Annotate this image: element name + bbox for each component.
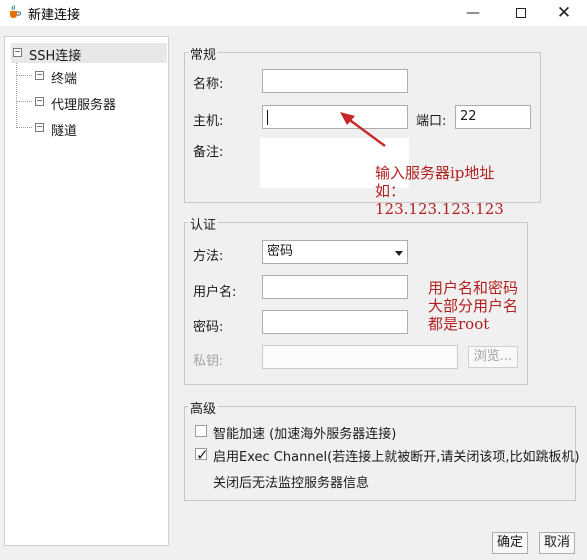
host-label: 主机: xyxy=(193,114,224,129)
minimize-button[interactable]: — xyxy=(450,0,496,26)
exec-channel-note: 关闭后无法监控服务器信息 xyxy=(213,476,370,491)
annotation-line: 输入服务器ip地址 xyxy=(375,164,495,182)
private-key-input[interactable] xyxy=(262,345,458,369)
annotation-line: 都是root xyxy=(428,315,490,333)
tree-node-icon: − xyxy=(35,70,44,80)
port-label: 端口: xyxy=(416,114,447,129)
tree-item-label: 终端 xyxy=(51,72,78,87)
smart-accel-checkbox[interactable] xyxy=(195,425,207,437)
method-value: 密码 xyxy=(267,244,294,259)
tree-connector xyxy=(16,63,17,128)
tree-item-terminal[interactable]: − 终端 xyxy=(31,66,161,87)
exec-channel-label: 启用Exec Channel(若连接上就被断开,请关闭该项,比如跳板机) xyxy=(213,450,580,465)
close-button[interactable]: ✕ xyxy=(541,0,587,26)
tree-node-icon: − xyxy=(35,96,44,106)
method-label: 方法: xyxy=(193,249,224,264)
tree-connector xyxy=(16,127,32,128)
ok-button[interactable]: 确定 xyxy=(492,532,528,554)
auth-legend: 认证 xyxy=(188,214,219,233)
tree-item-tunnel[interactable]: − 隧道 xyxy=(31,118,161,139)
private-key-label: 私钥: xyxy=(193,354,224,369)
maximize-button[interactable] xyxy=(498,0,544,26)
settings-tree: − SSH连接 − 终端 − 代理服务器 − 隧道 xyxy=(4,36,169,546)
port-input[interactable]: 22 xyxy=(455,105,531,129)
minimize-icon: — xyxy=(466,5,480,21)
annotation-line: 123.123.123.123 xyxy=(375,200,504,218)
name-input[interactable] xyxy=(262,69,408,93)
password-input[interactable] xyxy=(262,310,408,334)
name-label: 名称: xyxy=(193,77,224,92)
text-cursor xyxy=(267,110,268,125)
host-annotation: 输入服务器ip地址 如： 123.123.123.123 xyxy=(375,164,504,218)
tree-item-label: SSH连接 xyxy=(29,49,82,64)
annotation-line: 如： xyxy=(375,182,406,200)
tree-node-icon: − xyxy=(35,122,44,132)
method-select[interactable]: 密码 xyxy=(262,240,408,264)
arrow-annotation-icon xyxy=(340,112,386,147)
advanced-legend: 高级 xyxy=(188,398,219,417)
annotation-line: 用户名和密码 xyxy=(428,279,519,297)
annotation-line: 大部分用户名 xyxy=(428,297,519,315)
chevron-down-icon xyxy=(395,251,403,256)
note-label: 备注: xyxy=(193,145,224,160)
tree-item-ssh[interactable]: − SSH连接 xyxy=(11,43,167,64)
user-annotation: 用户名和密码 大部分用户名 都是root xyxy=(428,279,518,333)
username-input[interactable] xyxy=(262,275,408,299)
tree-item-label: 代理服务器 xyxy=(51,98,117,113)
window-title: 新建连接 xyxy=(28,8,81,23)
checkmark-icon: ✓ xyxy=(196,446,209,464)
collapse-icon[interactable]: − xyxy=(13,48,22,57)
maximize-icon xyxy=(516,8,526,18)
smart-accel-label: 智能加速 (加速海外服务器连接) xyxy=(213,427,397,442)
password-label: 密码: xyxy=(193,320,224,335)
general-legend: 常规 xyxy=(188,44,219,63)
close-icon: ✕ xyxy=(556,3,572,23)
java-cup-icon xyxy=(10,4,22,18)
tree-item-label: 隧道 xyxy=(51,124,78,139)
cancel-button[interactable]: 取消 xyxy=(539,532,575,554)
browse-button[interactable]: 浏览... xyxy=(468,346,518,368)
tree-connector xyxy=(16,101,32,102)
exec-channel-checkbox[interactable]: ✓ xyxy=(195,446,209,464)
tree-connector xyxy=(16,75,32,76)
username-label: 用户名: xyxy=(193,285,237,300)
tree-item-proxy[interactable]: − 代理服务器 xyxy=(31,92,161,113)
title-bar: 新建连接 — ✕ xyxy=(0,0,587,26)
